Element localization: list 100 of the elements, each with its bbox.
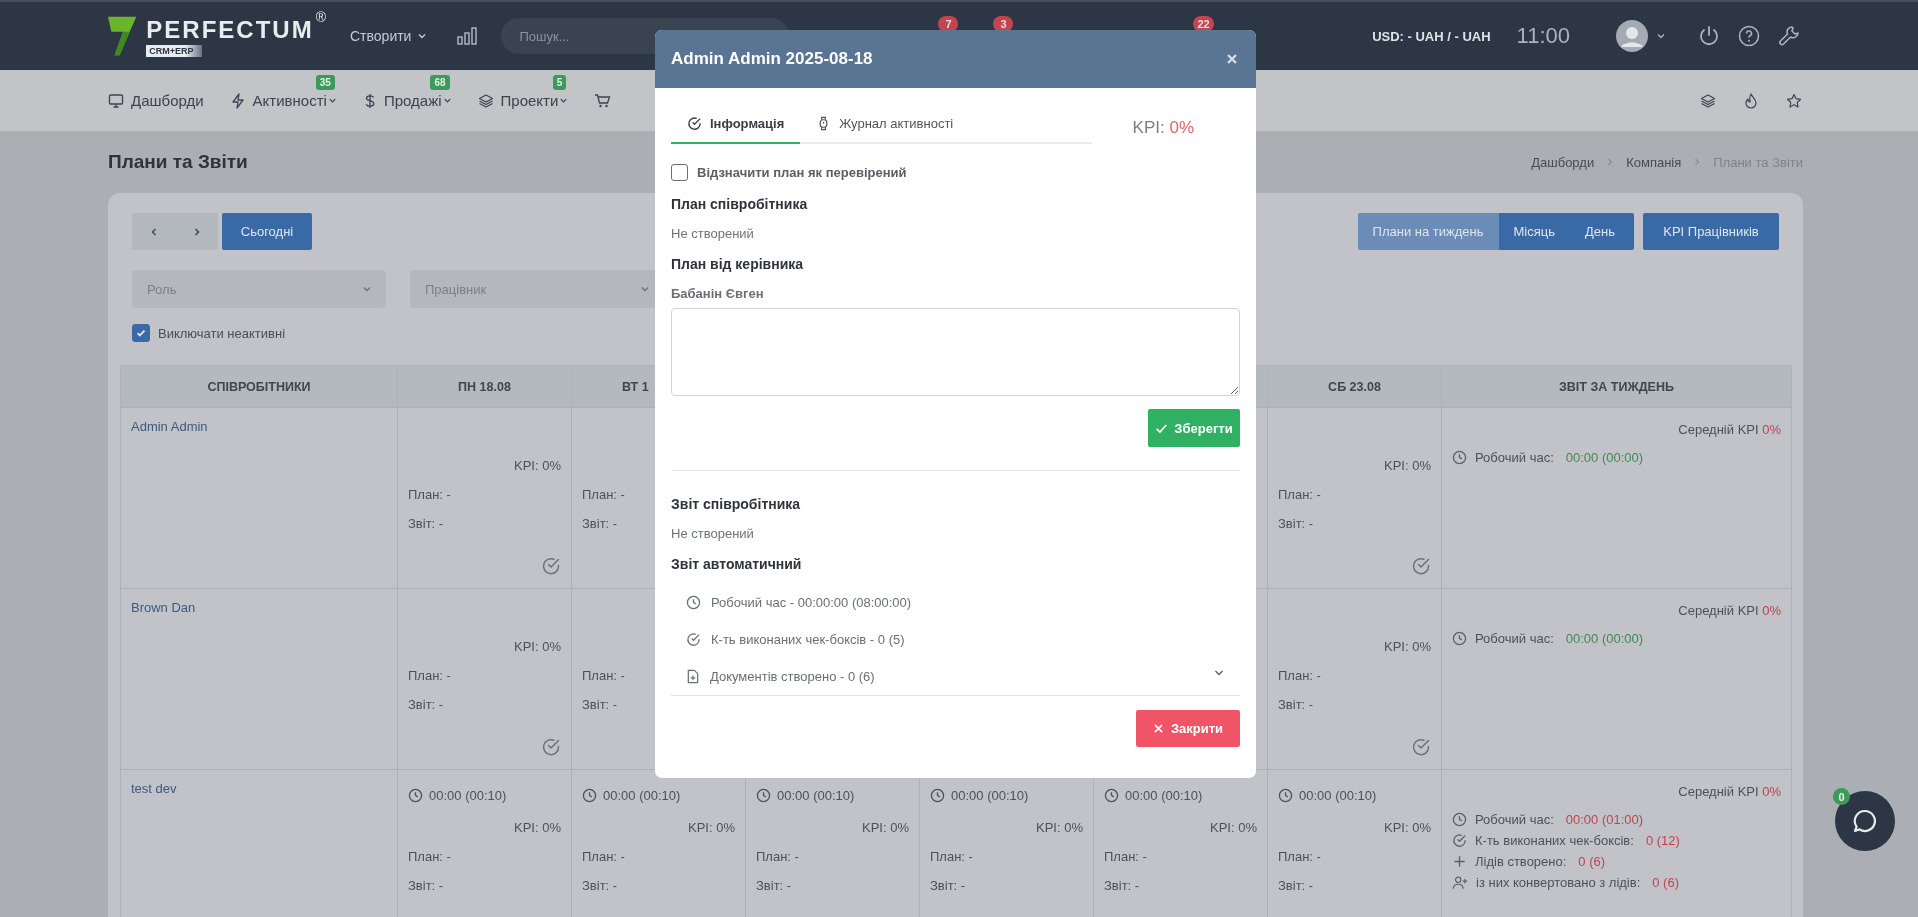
status-text: Не створений [671, 526, 755, 541]
employee-link[interactable]: Brown Dan [131, 600, 196, 615]
summary-value: 00:00 (01:00) [1565, 812, 1644, 827]
plan-text: План: - [1104, 848, 1147, 864]
view-tab[interactable]: Місяць [1498, 213, 1570, 250]
caret-icon[interactable] [442, 96, 452, 105]
clock-icon [756, 787, 771, 803]
layers-icon[interactable] [1700, 92, 1716, 109]
checkbox[interactable] [132, 324, 150, 342]
check-circle-icon [687, 115, 702, 131]
caret-icon[interactable] [1656, 31, 1666, 41]
count-badge: 5 [552, 75, 567, 90]
wrench-icon[interactable] [1778, 25, 1800, 47]
bar-chart-icon[interactable] [457, 27, 478, 45]
caret-icon [417, 31, 428, 41]
summary-label: із них конвертовано з лідів: [1476, 875, 1641, 890]
kpi-value: KPI: 0% [1384, 819, 1431, 835]
power-icon[interactable] [1698, 25, 1720, 47]
report-text: Звіт: - [582, 877, 618, 893]
report-item: Документів створено - 0 (6) [710, 669, 875, 684]
report-text: Звіт: - [1278, 877, 1314, 893]
checkmark-icon [135, 327, 147, 339]
plan-text: План: - [582, 667, 625, 683]
view-tab[interactable]: День [1570, 213, 1634, 250]
summary-label: Робочий час: [1475, 631, 1554, 646]
nav-menu-item[interactable]: Дашборди [131, 92, 204, 109]
plan-text: План: - [582, 486, 625, 502]
page-title: Плани та Звіти [108, 151, 248, 173]
star-icon[interactable] [1786, 92, 1802, 109]
breadcrumb-link[interactable]: Дашборди [1531, 154, 1595, 170]
report-text: Звіт: - [408, 696, 444, 712]
plan-text: План: - [408, 848, 451, 864]
plan-text: План: - [1278, 848, 1321, 864]
today-button[interactable]: Сьогодні [222, 213, 312, 250]
summary-label: Робочий час: [1475, 812, 1554, 827]
column-header: СПІВРОБІТНИКИ [121, 366, 398, 408]
count-badge: 0 [1833, 788, 1850, 805]
report-item: К-ть виконаних чек-боксів - 0 (5) [711, 632, 905, 647]
flame-icon[interactable] [1744, 92, 1758, 109]
avatar-icon[interactable] [1616, 20, 1648, 52]
report-text: Звіт: - [756, 877, 792, 893]
nav-menu-item[interactable]: Проекти [500, 92, 559, 109]
author-name: Бабанін Євген [671, 286, 765, 301]
user-plus-icon [1452, 875, 1468, 890]
cart-icon[interactable] [594, 92, 612, 109]
modal-tab[interactable]: Інформація [671, 104, 801, 144]
layers-icon[interactable] [477, 92, 494, 109]
create-menu[interactable]: Створити [350, 28, 428, 44]
section-heading: Звіт автоматичний [671, 556, 803, 572]
summary-value: 00:00 (00:00) [1565, 631, 1644, 646]
registered-mark: ® [315, 9, 326, 25]
view-tab[interactable]: Плани на тиждень [1357, 213, 1499, 250]
kpi-value: KPI: 0% [1384, 457, 1431, 473]
clock-icon [1278, 787, 1293, 803]
help-icon[interactable] [1738, 25, 1760, 47]
check-circle-icon[interactable] [1411, 737, 1431, 757]
close-icon [1152, 723, 1164, 734]
column-header: СБ 23.08 [1268, 366, 1442, 408]
employee-link[interactable]: test dev [131, 781, 177, 796]
clock-icon [1452, 450, 1467, 465]
checkbox[interactable] [671, 164, 688, 181]
plan-text: План: - [582, 848, 625, 864]
check-circle-icon[interactable] [541, 556, 561, 576]
kpi-value: KPI: 0% [1036, 819, 1083, 835]
caret-icon[interactable] [327, 96, 337, 105]
check-circle-icon[interactable] [1411, 556, 1431, 576]
kpi-value: KPI: 0% [514, 819, 561, 835]
chat-button[interactable]: 0 [1835, 791, 1895, 851]
employee-link[interactable]: Admin Admin [131, 419, 208, 434]
check-circle-icon[interactable] [541, 737, 561, 757]
summary-label: Робочий час: [1475, 450, 1554, 465]
caret-icon[interactable] [559, 96, 569, 105]
report-text: Звіт: - [582, 696, 618, 712]
kpi-value: KPI: 0% [862, 819, 909, 835]
chevron-right-icon [1693, 157, 1702, 167]
chat-bubble-icon [1852, 808, 1878, 834]
report-text: Звіт: - [1104, 877, 1140, 893]
save-button[interactable]: Зберегти [1148, 409, 1240, 447]
nav-menu-item[interactable]: Продажі [383, 92, 442, 109]
caret-icon [640, 284, 650, 294]
report-text: Звіт: - [930, 877, 966, 893]
kpi-button[interactable]: KPI Працівників [1643, 213, 1779, 250]
monitor-icon[interactable] [108, 92, 124, 109]
average-kpi: Середній KPI 0% [1678, 784, 1781, 799]
check-circle-icon [1452, 833, 1467, 848]
kpi-value: KPI: 0% [688, 819, 735, 835]
summary-label: К-ть виконаних чек-боксів: [1475, 833, 1634, 848]
modal-tab[interactable]: Журнал активності [800, 104, 970, 144]
plan-text: План: - [930, 848, 973, 864]
checkbox-label: Відзначити план як перевірений [697, 165, 907, 180]
nav-menu-item[interactable]: Активності [252, 92, 327, 109]
close-button[interactable]: Закрити [1136, 710, 1240, 747]
average-kpi: Середній KPI 0% [1678, 422, 1781, 437]
summary-value: 0 (6) [1652, 875, 1679, 890]
plan-text: План: - [408, 486, 451, 502]
summary-value: 00:00 (00:00) [1565, 450, 1644, 465]
breadcrumb-link[interactable]: Компанія [1626, 154, 1682, 170]
plan-text: План: - [756, 848, 799, 864]
clock-icon [1452, 812, 1467, 827]
count-badge: 35 [315, 75, 335, 90]
